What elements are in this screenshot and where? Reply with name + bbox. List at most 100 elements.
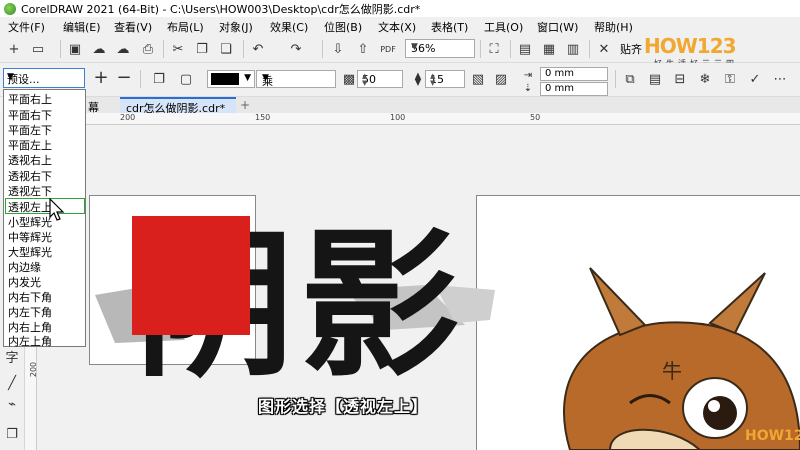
- preset-option[interactable]: 小型辉光: [8, 214, 52, 230]
- line-tool-icon[interactable]: ╱: [4, 375, 20, 391]
- preset-option[interactable]: 内右下角: [8, 289, 52, 305]
- menu-view[interactable]: 查看(V): [114, 19, 152, 35]
- inner-shadow-icon[interactable]: ▢: [178, 71, 194, 87]
- red-rectangle[interactable]: [132, 216, 250, 335]
- save-icon[interactable]: ▣: [67, 41, 83, 57]
- coreldraw-app-icon: [4, 2, 16, 15]
- menu-effects[interactable]: 效果(C): [270, 19, 308, 35]
- toolbar-separator: [140, 70, 141, 88]
- offset-y-input[interactable]: 0 mm: [540, 82, 608, 96]
- preset-option[interactable]: 内边缘: [8, 259, 41, 275]
- menu-bitmap[interactable]: 位图(B): [324, 19, 362, 35]
- paste-icon[interactable]: ❏: [218, 41, 234, 57]
- toolbar-separator: [615, 70, 616, 88]
- preset-dropdown-list[interactable]: 平面右上 平面右下 平面左下 平面左上 透视右上 透视右下 透视左下 透视左上 …: [3, 89, 86, 349]
- opacity-input[interactable]: 50 ▲ ▼: [357, 70, 403, 88]
- more-options-icon[interactable]: ⋯: [772, 71, 788, 87]
- artwork-char-ying[interactable]: 影: [300, 226, 460, 386]
- drop-shadow-icon[interactable]: ❐: [151, 71, 167, 87]
- grid-icon[interactable]: ▦: [541, 41, 557, 57]
- toolbar-separator: [322, 40, 323, 58]
- preset-select[interactable]: 预设... ▼: [3, 68, 85, 88]
- clear-shadow-icon[interactable]: ⊟: [672, 71, 688, 87]
- menu-help[interactable]: 帮助(H): [594, 19, 633, 35]
- new-document-icon[interactable]: +: [6, 41, 22, 57]
- ruler-label: 150: [255, 113, 271, 122]
- menu-object[interactable]: 对象(J): [219, 19, 253, 35]
- menu-window[interactable]: 窗口(W): [537, 19, 578, 35]
- preset-option[interactable]: 透视右下: [8, 168, 52, 184]
- tab-cdr-document[interactable]: cdr怎么做阴影.cdr*: [120, 97, 236, 115]
- export-icon[interactable]: ⇧: [355, 41, 371, 57]
- preset-option[interactable]: 平面右下: [8, 107, 52, 123]
- spinner-icon[interactable]: ▲ ▼: [362, 73, 400, 87]
- cut-icon[interactable]: ✂: [170, 41, 186, 57]
- shadow-color-picker[interactable]: ▼: [207, 70, 255, 88]
- pdf-export-icon[interactable]: PDF: [380, 41, 396, 57]
- preset-option[interactable]: 平面右上: [8, 91, 52, 107]
- menu-tools[interactable]: 工具(O): [484, 19, 523, 35]
- menu-file[interactable]: 文件(F): [8, 19, 45, 35]
- print-icon[interactable]: ⎙: [140, 41, 156, 57]
- redo-icon[interactable]: ↷: [288, 41, 304, 57]
- add-preset-icon[interactable]: +: [93, 67, 109, 88]
- ruler-label: 100: [390, 113, 406, 122]
- logo-text: HOW123: [644, 34, 737, 58]
- feather-icon: ⧫: [414, 71, 422, 87]
- import-icon[interactable]: ⇩: [330, 41, 346, 57]
- menu-bar: 文件(F) 编辑(E) 查看(V) 布局(L) 对象(J) 效果(C) 位图(B…: [0, 17, 800, 35]
- snap-to-label[interactable]: 贴齐: [620, 41, 642, 57]
- preset-option[interactable]: 中等辉光: [8, 229, 52, 245]
- zoom-level-select[interactable]: 56% ▼: [405, 39, 475, 58]
- chevron-down-icon: ▼: [244, 73, 251, 83]
- text-tool-icon[interactable]: 字: [4, 348, 20, 366]
- feather-direction-icon[interactable]: ▧: [470, 71, 486, 87]
- rulers-icon[interactable]: ▤: [517, 41, 533, 57]
- copy-shadow-icon[interactable]: ⧉: [622, 71, 638, 87]
- cloud-upload-icon[interactable]: ☁: [115, 41, 131, 57]
- cow-mascot-illustration: 牛: [563, 267, 800, 450]
- blend-mode-select[interactable]: 乘 ▼: [256, 70, 336, 88]
- shadow-tool-icon[interactable]: ❐: [4, 426, 20, 442]
- full-screen-icon[interactable]: ⛶: [486, 41, 502, 57]
- preset-option[interactable]: 大型辉光: [8, 244, 52, 260]
- toolbar-separator: [243, 40, 244, 58]
- spinner-icon[interactable]: ▲ ▼: [430, 73, 462, 87]
- preset-option[interactable]: 平面左下: [8, 122, 52, 138]
- preset-option[interactable]: 透视右上: [8, 152, 52, 168]
- menu-edit[interactable]: 编辑(E): [63, 19, 101, 35]
- undo-icon[interactable]: ↶: [250, 41, 266, 57]
- offset-x-input[interactable]: 0 mm: [540, 67, 608, 81]
- snap-off-icon[interactable]: ✕: [596, 41, 612, 57]
- shadow-settings-icon[interactable]: ▤: [647, 71, 663, 87]
- feather-edges-icon[interactable]: ▨: [493, 71, 509, 87]
- toolbar-separator: [60, 40, 61, 58]
- copy-icon[interactable]: ❐: [194, 41, 210, 57]
- preset-option[interactable]: 内发光: [8, 274, 41, 290]
- toolbar-separator: [589, 40, 590, 58]
- mouse-pointer-icon: [49, 198, 65, 221]
- offset-y-icon: ⇣: [523, 82, 533, 94]
- preset-option-hovered[interactable]: 透视左上: [8, 199, 52, 215]
- open-folder-icon[interactable]: ▭: [30, 41, 46, 57]
- cloud-download-icon[interactable]: ☁: [91, 41, 107, 57]
- connector-tool-icon[interactable]: ⌁: [4, 396, 20, 412]
- toolbar-separator: [480, 40, 481, 58]
- add-tab-icon[interactable]: +: [240, 98, 250, 112]
- preset-option[interactable]: 透视左下: [8, 183, 52, 199]
- menu-text[interactable]: 文本(X): [378, 19, 416, 35]
- guidelines-icon[interactable]: ▥: [565, 41, 581, 57]
- remove-preset-icon[interactable]: −: [116, 67, 132, 88]
- preset-option[interactable]: 平面左上: [8, 137, 52, 153]
- freeze-icon[interactable]: ❄: [697, 71, 713, 87]
- video-subtitle: 图形选择【透视左上】: [258, 397, 429, 416]
- menu-table[interactable]: 表格(T): [431, 19, 468, 35]
- apply-icon[interactable]: ✓: [747, 71, 763, 87]
- feather-input[interactable]: 15 ▲ ▼: [425, 70, 465, 88]
- ruler-label: 200: [120, 113, 136, 122]
- preset-option[interactable]: 内左下角: [8, 304, 52, 320]
- horizontal-ruler[interactable]: 200 150 100 50: [85, 113, 800, 125]
- lock-icon[interactable]: ⚿: [722, 71, 738, 87]
- preset-option[interactable]: 内左上角: [8, 333, 52, 349]
- menu-layout[interactable]: 布局(L): [167, 19, 204, 35]
